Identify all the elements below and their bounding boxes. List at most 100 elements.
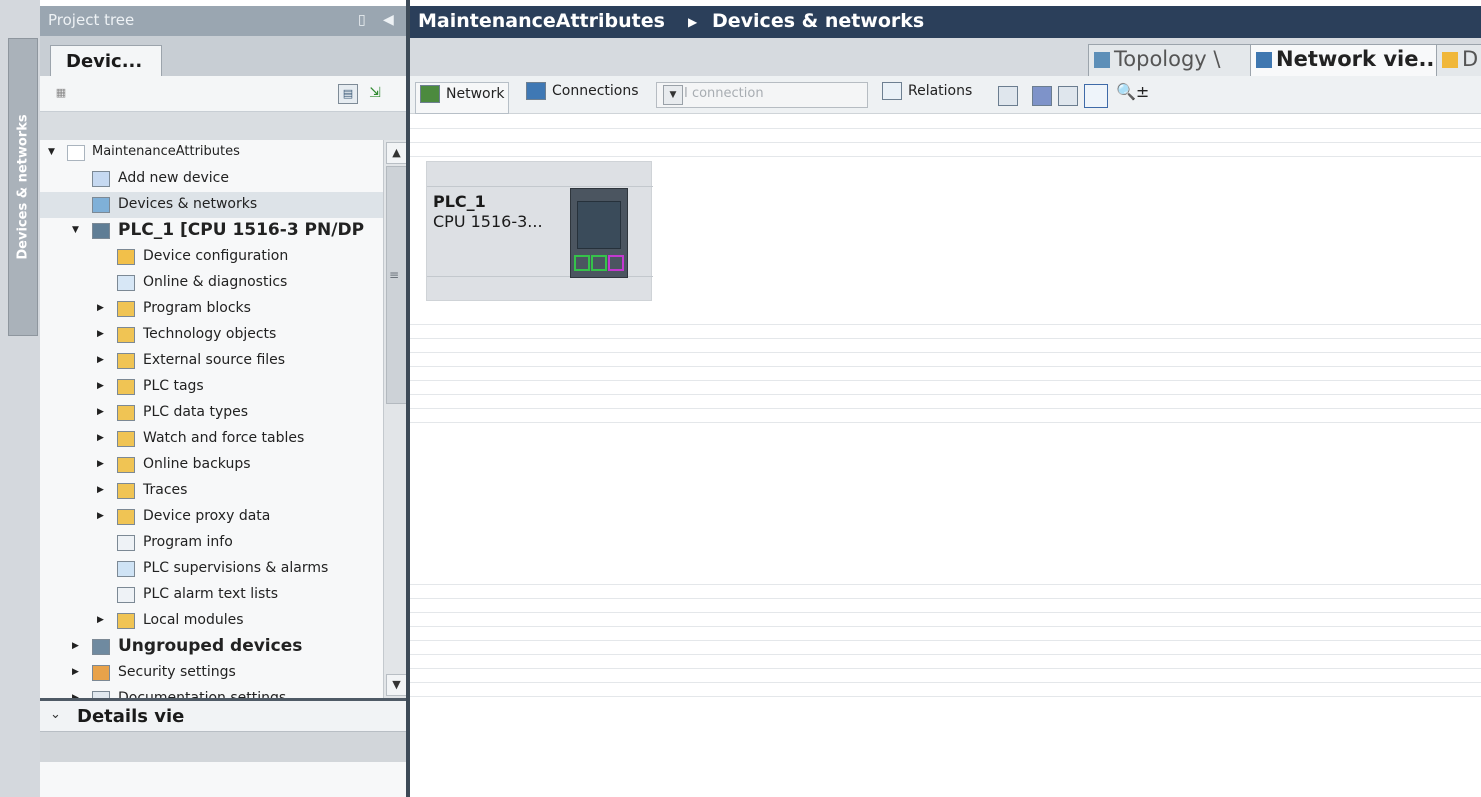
tree-item-watch-force-tables[interactable]: ▶ Watch and force tables xyxy=(40,426,383,452)
tree-item-label: Technology objects xyxy=(143,326,277,342)
tree-item-plc-1[interactable]: ▼ PLC_1 [CPU 1516-3 PN/DP xyxy=(40,218,383,244)
tree-item-external-source-files[interactable]: ▶ External source files xyxy=(40,348,383,374)
show-addresses-icon[interactable] xyxy=(998,86,1018,106)
tree-item-technology-objects[interactable]: ▶ Technology objects xyxy=(40,322,383,348)
tree-item-security-settings[interactable]: ▶ Security settings xyxy=(40,660,383,686)
connections-mode-button[interactable]: Connections xyxy=(526,82,639,108)
tree-item-label: Documentation settings xyxy=(118,690,287,698)
tree-item-device-configuration[interactable]: Device configuration xyxy=(40,244,383,270)
tree-item-program-blocks[interactable]: ▶ Program blocks xyxy=(40,296,383,322)
tree-item-program-info[interactable]: Program info xyxy=(40,530,383,556)
page-break-icon[interactable] xyxy=(1032,86,1052,106)
network-icon xyxy=(92,197,110,213)
tree-item-traces[interactable]: ▶ Traces xyxy=(40,478,383,504)
collapse-arrow-icon[interactable]: ▶ xyxy=(97,303,104,313)
tab-network-view[interactable]: Network vie... xyxy=(1250,44,1438,77)
details-view-title: Details vie xyxy=(77,706,185,727)
folder-icon xyxy=(117,613,135,629)
zoom-in-icon[interactable]: 🔍± xyxy=(1116,82,1149,108)
diagnostics-icon xyxy=(117,275,135,291)
tree-item-devices-networks[interactable]: Devices & networks xyxy=(40,192,383,218)
tree-item-plc-supervisions-alarms[interactable]: PLC supervisions & alarms xyxy=(40,556,383,582)
expand-arrow-icon[interactable]: ▼ xyxy=(72,225,79,235)
details-view-header[interactable]: ⌄ Details vie xyxy=(40,698,407,732)
tree-item-plc-tags[interactable]: ▶ PLC tags xyxy=(40,374,383,400)
plc-device-card[interactable]: PLC_1 CPU 1516-3... xyxy=(426,161,653,301)
network-view-icon xyxy=(1256,52,1272,68)
pin-icon[interactable]: ▯ xyxy=(358,12,366,28)
project-tree-scrollbar[interactable]: ▲ ≡ ▼ xyxy=(383,140,407,698)
tab-network-label: Network vie... xyxy=(1276,47,1438,71)
tree-item-maintenanceattributes[interactable]: ▼ MaintenanceAttributes xyxy=(40,140,383,166)
tree-item-documentation-settings[interactable]: ▶ Documentation settings xyxy=(40,686,383,698)
tree-item-online-diagnostics[interactable]: Online & diagnostics xyxy=(40,270,383,296)
tab-device-view[interactable]: D xyxy=(1436,44,1481,77)
collapse-arrow-icon[interactable]: ▶ xyxy=(97,485,104,495)
expand-arrow-icon[interactable]: ▼ xyxy=(48,147,55,157)
tree-item-label: Ungrouped devices xyxy=(118,636,303,656)
tree-item-ungrouped-devices[interactable]: ▶ Ungrouped devices xyxy=(40,634,383,660)
grid-line xyxy=(410,324,1481,325)
grid-line xyxy=(410,380,1481,381)
grid-view-icon[interactable]: ▦ xyxy=(52,84,70,102)
folder-icon xyxy=(117,327,135,343)
tree-item-add-new-device[interactable]: Add new device xyxy=(40,166,383,192)
details-toggle-icon[interactable]: ▤ xyxy=(338,84,358,104)
collapse-arrow-icon[interactable]: ▶ xyxy=(97,329,104,339)
security-icon xyxy=(92,665,110,681)
tab-topology-view[interactable]: Topology \ xyxy=(1088,44,1252,77)
connections-icon xyxy=(526,82,546,100)
tree-item-online-backups[interactable]: ▶ Online backups xyxy=(40,452,383,478)
network-mode-button[interactable]: Network xyxy=(415,82,510,114)
documentation-icon xyxy=(92,691,110,698)
details-view-columnbar xyxy=(40,732,407,762)
grid-line xyxy=(410,626,1481,627)
device-config-icon xyxy=(117,249,135,265)
devices-group-icon xyxy=(92,639,110,655)
collapse-arrow-icon[interactable]: ▶ xyxy=(97,355,104,365)
devices-tab[interactable]: Devic... xyxy=(50,45,162,76)
grid-icon[interactable] xyxy=(1058,86,1078,106)
folder-icon xyxy=(117,379,135,395)
tree-item-local-modules[interactable]: ▶ Local modules xyxy=(40,608,383,634)
scroll-thumb[interactable] xyxy=(386,166,407,404)
breadcrumb-devices-networks[interactable]: Devices & networks xyxy=(712,10,924,32)
tree-item-label: Online backups xyxy=(143,456,251,472)
export-icon[interactable]: ⇲ xyxy=(366,84,384,102)
relations-button[interactable]: Relations xyxy=(882,82,972,108)
collapse-arrow-icon[interactable]: ▶ xyxy=(97,511,104,521)
connection-type-select[interactable]: HMI connection ▼ xyxy=(656,82,868,108)
device-card-divider xyxy=(427,186,653,187)
tree-item-label: Security settings xyxy=(118,664,236,680)
collapse-arrow-icon[interactable]: ▶ xyxy=(97,381,104,391)
tree-item-device-proxy-data[interactable]: ▶ Device proxy data xyxy=(40,504,383,530)
split-view-icon[interactable] xyxy=(1084,84,1108,108)
tree-item-plc-data-types[interactable]: ▶ PLC data types xyxy=(40,400,383,426)
folder-icon xyxy=(117,483,135,499)
breadcrumb-separator-icon: ▶ xyxy=(688,15,698,29)
tree-item-label: Device proxy data xyxy=(143,508,271,524)
side-tab-strip: Devices & networks xyxy=(0,0,40,797)
tree-item-plc-alarm-text-lists[interactable]: PLC alarm text lists xyxy=(40,582,383,608)
scroll-up-icon[interactable]: ▲ xyxy=(386,142,407,164)
chevron-down-icon[interactable]: ⌄ xyxy=(50,707,61,722)
grid-line xyxy=(410,352,1481,353)
plc-port-icon xyxy=(608,255,624,271)
collapse-left-icon[interactable]: ◀ xyxy=(383,12,394,28)
dropdown-arrow-icon[interactable]: ▼ xyxy=(663,85,683,105)
collapse-arrow-icon[interactable]: ▶ xyxy=(97,407,104,417)
collapse-arrow-icon[interactable]: ▶ xyxy=(97,433,104,443)
collapse-arrow-icon[interactable]: ▶ xyxy=(97,615,104,625)
collapse-arrow-icon[interactable]: ▶ xyxy=(72,641,79,651)
breadcrumb-project[interactable]: MaintenanceAttributes xyxy=(418,10,665,32)
collapse-arrow-icon[interactable]: ▶ xyxy=(72,667,79,677)
project-tree-list: ▼ MaintenanceAttributes Add new device D… xyxy=(40,140,383,698)
grid-line xyxy=(410,338,1481,339)
devices-tab-label: Devic... xyxy=(66,51,143,72)
scroll-down-icon[interactable]: ▼ xyxy=(386,674,407,696)
device-view-icon xyxy=(1442,52,1458,68)
folder-icon xyxy=(117,431,135,447)
device-type: CPU 1516-3... xyxy=(433,212,543,231)
devices-networks-side-tab[interactable]: Devices & networks xyxy=(8,38,38,336)
collapse-arrow-icon[interactable]: ▶ xyxy=(97,459,104,469)
